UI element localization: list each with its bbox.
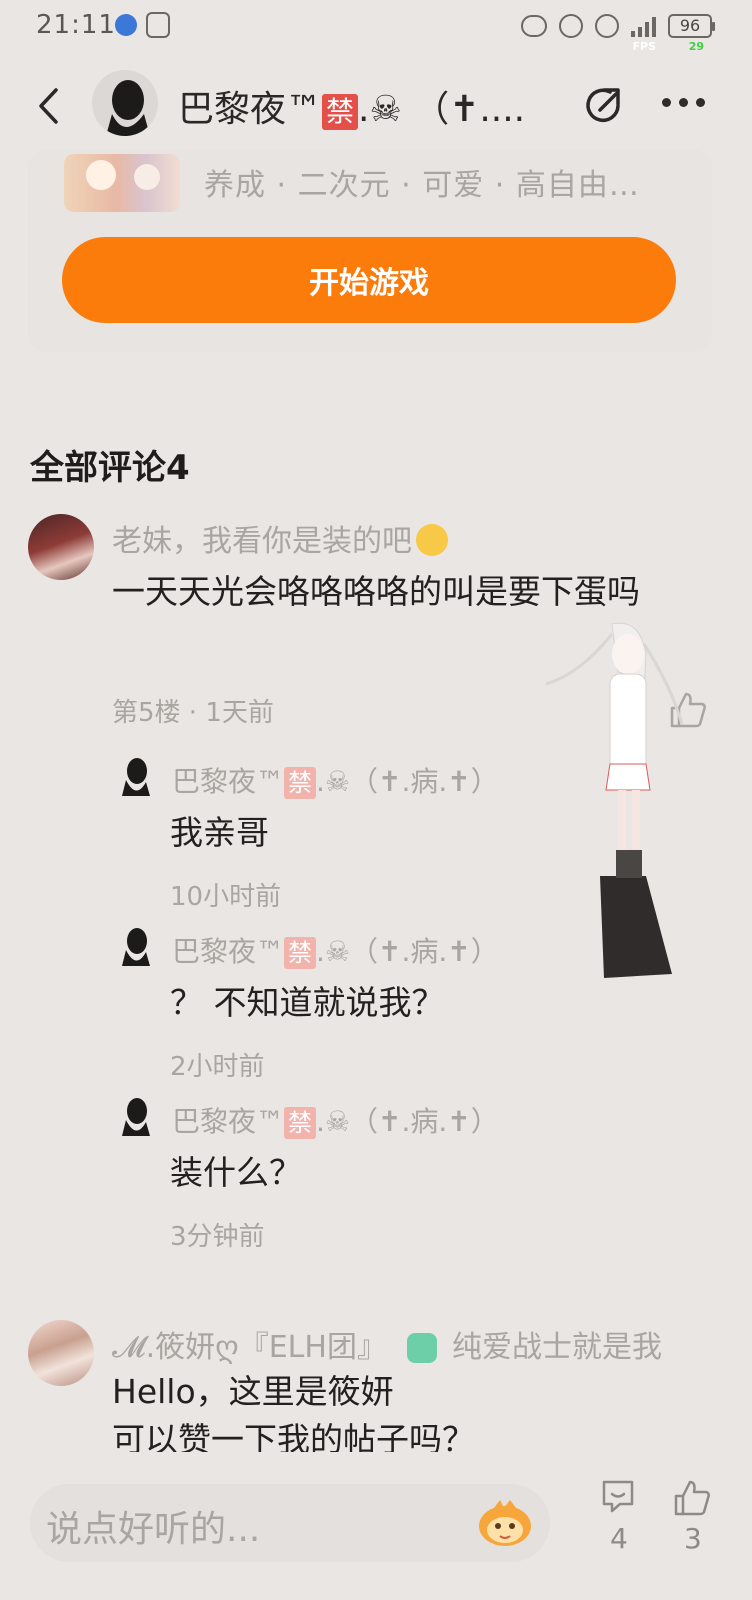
browser-icon bbox=[115, 14, 137, 36]
share-button[interactable] bbox=[580, 82, 626, 128]
comment-text-line2: 可以赞一下我的帖子吗？ bbox=[112, 1420, 475, 1452]
comment-count-button[interactable] bbox=[600, 1478, 636, 1514]
top-nav: 巴黎夜™ 禁 .☠ （✝.... bbox=[0, 62, 752, 150]
game-thumbnail[interactable] bbox=[64, 154, 180, 212]
commenter-avatar[interactable] bbox=[28, 1320, 94, 1386]
wifi-icon bbox=[595, 14, 619, 38]
fan-badge-icon bbox=[406, 1333, 437, 1363]
signal-icon bbox=[631, 15, 656, 37]
more-dot bbox=[662, 97, 671, 107]
reply-text: 我亲哥 bbox=[170, 813, 269, 852]
like-button[interactable] bbox=[672, 1478, 712, 1518]
ban-badge: 禁 bbox=[322, 94, 359, 130]
share-icon bbox=[586, 88, 620, 123]
reply-author[interactable]: 巴黎夜™ 禁 .☠（✝.病.✝） bbox=[172, 760, 499, 800]
comment-input-placeholder: 说点好听的... bbox=[46, 1509, 261, 1550]
author-avatar[interactable] bbox=[92, 70, 158, 136]
game-tags: 养成 · 二次元 · 可爱 · 高自由… bbox=[204, 168, 640, 203]
back-button[interactable] bbox=[24, 80, 72, 132]
ban-badge: 禁 bbox=[284, 1107, 317, 1139]
reply-avatar[interactable] bbox=[118, 926, 152, 966]
mascot-character[interactable] bbox=[540, 614, 700, 986]
comment-text: 一天天光会咯咯咯咯的叫是要下蛋吗 bbox=[112, 572, 640, 611]
reply-time: 2小时前 bbox=[170, 1052, 265, 1082]
alarm-icon bbox=[559, 14, 583, 38]
comment-text-line1: Hello，这里是筱妍 bbox=[112, 1372, 394, 1411]
fps-value: 29 bbox=[688, 40, 704, 53]
ban-badge: 禁 bbox=[284, 767, 317, 799]
comment-meta: 第5楼 · 1天前 bbox=[112, 698, 274, 728]
game-card: 养成 · 二次元 · 可爱 · 高自由… 开始游戏 bbox=[28, 150, 712, 352]
comment-input[interactable]: 说点好听的... bbox=[30, 1484, 550, 1562]
commenter-avatar[interactable] bbox=[28, 514, 94, 580]
more-dot bbox=[679, 97, 688, 107]
reply-time: 3分钟前 bbox=[170, 1222, 265, 1252]
reply-author[interactable]: 巴黎夜™ 禁 .☠（✝.病.✝） bbox=[172, 930, 499, 970]
like-count: 3 bbox=[684, 1522, 702, 1555]
fps-label: FPS bbox=[632, 40, 657, 53]
sweat-smile-emoji-icon bbox=[416, 524, 448, 556]
more-dot bbox=[696, 97, 705, 107]
reply-avatar[interactable] bbox=[118, 1096, 152, 1136]
bottom-bar: 说点好听的... 4 3 bbox=[0, 1470, 752, 1600]
reply-time: 10小时前 bbox=[170, 882, 282, 912]
reply-text: 装什么？ bbox=[170, 1153, 302, 1192]
reply-author[interactable]: 巴黎夜™ 禁 .☠（✝.病.✝） bbox=[172, 1100, 499, 1140]
status-bar: 21:11 96 FPS 29 bbox=[0, 0, 752, 53]
battery-icon: 96 bbox=[668, 14, 715, 38]
comment-author[interactable]: 老妹，我看你是装的吧 bbox=[112, 516, 448, 560]
more-button[interactable] bbox=[662, 92, 712, 112]
comment-author[interactable]: 𝓜.筱妍ღ『ELH团』 纯爱战士就是我 bbox=[112, 1322, 662, 1366]
page-title: 巴黎夜™ 禁 .☠ （✝.... bbox=[178, 80, 523, 132]
comment-count: 4 bbox=[610, 1522, 628, 1555]
status-icons: 96 bbox=[521, 8, 715, 44]
title-prefix: 巴黎夜™ bbox=[178, 89, 323, 130]
back-arrow-icon bbox=[39, 88, 58, 124]
title-suffix: .☠ （✝.... bbox=[358, 89, 523, 130]
reply-avatar[interactable] bbox=[118, 756, 152, 796]
hand-icon bbox=[146, 12, 170, 38]
start-game-button[interactable]: 开始游戏 bbox=[62, 237, 676, 323]
ban-badge: 禁 bbox=[284, 937, 317, 969]
eye-icon bbox=[521, 15, 547, 37]
status-time: 21:11 bbox=[36, 10, 116, 40]
comments-title: 全部评论4 bbox=[30, 448, 190, 488]
reply-text: ？ 不知道就说我？ bbox=[170, 983, 445, 1022]
emoji-button[interactable] bbox=[476, 1496, 534, 1548]
